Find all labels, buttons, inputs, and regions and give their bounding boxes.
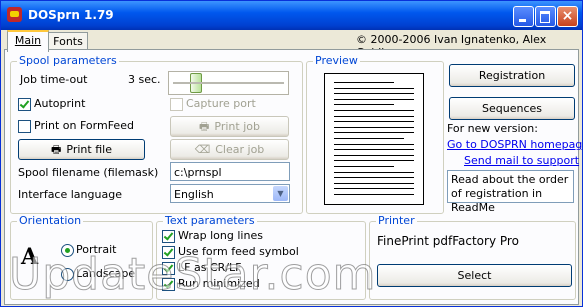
close-button[interactable]: × <box>557 6 578 27</box>
preview-text-line <box>334 126 414 128</box>
print-on-formfeed-label: Print on FormFeed <box>34 119 134 132</box>
job-timeout-slider[interactable] <box>168 71 289 95</box>
print-file-icon: 🖶 <box>51 143 62 156</box>
interface-language-value: English <box>174 188 214 201</box>
printer-icon: 🖶 <box>199 120 210 133</box>
print-job-button[interactable]: 🖶 Print job <box>170 116 289 137</box>
chevron-down-icon[interactable]: ▼ <box>273 186 288 201</box>
interface-language-select[interactable]: English ▼ <box>170 184 290 203</box>
tab-main-label: Main <box>14 34 42 47</box>
print-file-label: Print file <box>66 143 112 156</box>
preview-text-line <box>334 87 414 89</box>
preview-title: Preview <box>313 54 360 67</box>
readme-info-box: Read about the order of registration in … <box>447 170 574 214</box>
print-file-button[interactable]: 🖶 Print file <box>18 139 145 160</box>
new-version-label: For new version: <box>447 122 538 135</box>
tab-fonts[interactable]: Fonts <box>48 32 88 50</box>
clear-job-button[interactable]: ⌫ Clear job <box>170 139 289 160</box>
registration-label: Registration <box>478 69 546 82</box>
autoprint-label: Autoprint <box>34 97 86 110</box>
spool-filename-input[interactable]: c:\prnspl <box>170 162 290 181</box>
preview-text-line <box>334 143 414 145</box>
orientation-title: Orientation <box>17 214 84 227</box>
printer-title: Printer <box>376 214 417 227</box>
preview-text-line <box>334 121 414 123</box>
wrap-long-lines-label: Wrap long lines <box>178 229 263 242</box>
preview-text-line <box>334 194 414 195</box>
preview-text-line <box>334 182 414 184</box>
text-parameters-title: Text parameters <box>163 214 257 227</box>
sequences-button[interactable]: Sequences <box>449 97 575 120</box>
minimize-button[interactable] <box>513 6 534 27</box>
capture-port-label: Capture port <box>186 97 256 110</box>
preview-text-line <box>334 98 414 100</box>
select-printer-button[interactable]: Select <box>377 264 572 287</box>
registration-button[interactable]: Registration <box>449 64 575 87</box>
print-job-label: Print job <box>214 120 260 133</box>
title-bar[interactable]: DOSprn 1.79 × <box>1 1 582 30</box>
mail-support-link[interactable]: Send mail to support <box>464 154 579 167</box>
printer-app-icon[interactable] <box>7 7 22 22</box>
preview-text-line <box>334 132 414 134</box>
tab-fonts-label: Fonts <box>53 35 83 48</box>
select-printer-label: Select <box>457 269 492 282</box>
dosprn-window: DOSprn 1.79 × © 2000-2006 Ivan Ignatenko… <box>0 0 583 307</box>
preview-text-line <box>334 171 414 173</box>
printer-name: FinePrint pdfFactory Pro <box>377 234 519 248</box>
autoprint-checkbox[interactable] <box>18 98 31 111</box>
print-on-formfeed-checkbox[interactable] <box>18 120 31 133</box>
preview-text-line <box>334 138 404 139</box>
spool-parameters-title: Spool parameters <box>17 54 119 67</box>
preview-text-line <box>334 160 414 162</box>
capture-port-checkbox[interactable] <box>170 98 183 111</box>
homepage-link[interactable]: Go to DOSPRN homepage <box>447 138 582 151</box>
preview-text-line <box>334 115 414 117</box>
preview-text-line <box>334 93 414 95</box>
close-icon: × <box>561 8 574 24</box>
job-timeout-slider-thumb[interactable] <box>190 73 202 93</box>
preview-text-line <box>334 104 394 106</box>
wrap-long-lines-checkbox[interactable] <box>162 230 175 243</box>
window-title: DOSprn 1.79 <box>28 8 114 22</box>
page-preview <box>324 73 424 205</box>
preview-text-line <box>334 188 414 190</box>
tab-main[interactable]: Main <box>7 30 49 52</box>
preview-text-line <box>334 149 414 151</box>
preview-text-line <box>334 82 394 83</box>
spool-parameters-group: Spool parameters Job time-out 3 sec. Aut… <box>10 54 303 214</box>
job-timeout-value: 3 sec. <box>128 73 161 86</box>
clear-job-label: Clear job <box>215 143 265 156</box>
preview-text-line <box>334 154 414 156</box>
printer-group: Printer FinePrint pdfFactory Pro Select <box>369 214 576 300</box>
eraser-icon: ⌫ <box>194 143 211 156</box>
sequences-label: Sequences <box>482 102 542 115</box>
preview-text-line <box>334 110 414 111</box>
watermark-text: UpdateStar.com <box>9 249 377 301</box>
interface-language-label: Interface language <box>18 188 122 201</box>
preview-text-line <box>334 166 394 167</box>
job-timeout-label: Job time-out <box>20 73 88 86</box>
spool-filename-label: Spool filename (filemask) <box>18 166 159 179</box>
maximize-button[interactable] <box>535 6 556 27</box>
preview-text-line <box>334 177 414 179</box>
preview-group: Preview <box>306 54 444 214</box>
